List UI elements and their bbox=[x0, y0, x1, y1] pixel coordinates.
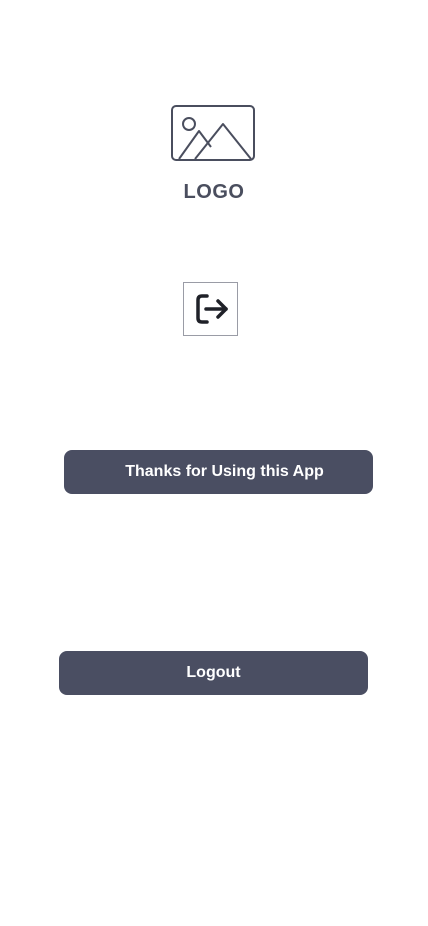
thanks-message-button[interactable]: Thanks for Using this App bbox=[64, 450, 373, 494]
image-placeholder-icon bbox=[171, 105, 255, 161]
logo-label: LOGO bbox=[183, 181, 245, 203]
logout-button[interactable]: Logout bbox=[59, 651, 368, 695]
logout-icon bbox=[183, 282, 238, 336]
